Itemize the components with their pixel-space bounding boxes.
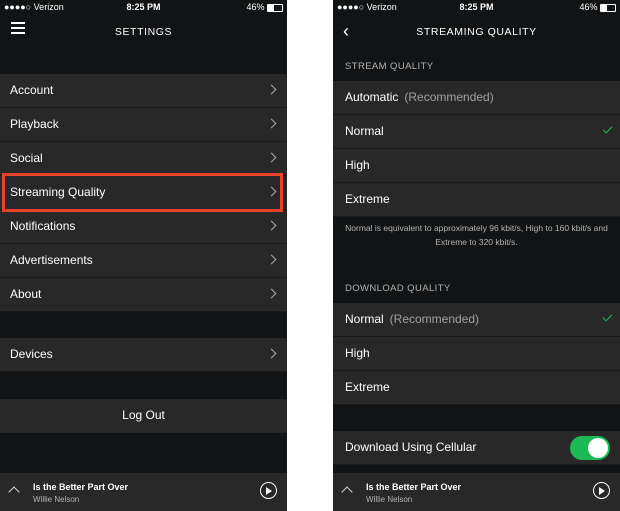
now-playing-bar[interactable]: Is the Better Part Over Willie Nelson [0,473,287,511]
download-quality-header: DOWNLOAD QUALITY [345,283,451,294]
chevron-right-icon [266,288,277,299]
highlight-box [2,173,283,212]
option-label: Extreme [345,192,390,206]
chevron-up-icon[interactable] [8,486,20,498]
track-title: Is the Better Part Over [33,482,129,492]
quality-description: Normal is equivalent to approximately 96… [345,223,608,247]
settings-item-about[interactable]: About [0,278,287,312]
settings-item-advertisements[interactable]: Advertisements [0,244,287,278]
checkmark-icon [602,123,613,134]
option-label: Normal [345,124,384,138]
checkmark-icon [602,311,613,322]
battery-percent: 46% [246,2,265,12]
chevron-right-icon [266,220,277,231]
status-time: 8:25 PM [459,2,494,12]
settings-item-label: About [10,287,42,301]
logout-label: Log Out [122,408,165,422]
chevron-up-icon[interactable] [341,486,353,498]
recommended-note: (Recommended) [389,312,480,326]
settings-item-playback[interactable]: Playback [0,108,287,142]
cellular-label: Download Using Cellular [345,440,477,454]
stream-option-high[interactable]: High [333,149,620,183]
stream-option-normal[interactable]: Normal [333,115,620,149]
nav-bar: SETTINGS [0,14,287,52]
status-bar: ●●●●○ Verizon 8:25 PM 46% [0,0,287,14]
chevron-right-icon [266,84,277,95]
page-title: SETTINGS [114,26,173,38]
logout-button[interactable]: Log Out [0,399,287,433]
nav-bar: ‹ STREAMING QUALITY [333,14,620,52]
chevron-right-icon [266,254,277,265]
recommended-note: (Recommended) [404,90,494,104]
streaming-quality-screen: ●●●●○ Verizon 8:25 PM 46% ‹ STREAMING QU… [333,0,620,511]
artist-name: Willie Nelson [33,495,80,504]
chevron-right-icon [266,152,277,163]
chevron-right-icon [266,118,277,129]
download-cellular-row: Download Using Cellular [333,431,620,465]
battery-status: 46% [246,2,283,12]
status-time: 8:25 PM [126,2,161,12]
track-title: Is the Better Part Over [366,482,462,492]
option-label: Normal (Recommended) [345,312,480,326]
settings-item-devices[interactable]: Devices [0,338,287,372]
settings-item-label: Notifications [10,219,76,233]
stream-quality-header: STREAM QUALITY [345,61,434,72]
option-label: Automatic (Recommended) [345,90,494,104]
settings-item-social[interactable]: Social [0,142,287,176]
settings-item-label: Playback [10,117,59,131]
battery-status: 46% [579,2,616,12]
status-bar: ●●●●○ Verizon 8:25 PM 46% [333,0,620,14]
settings-item-label: Advertisements [10,253,93,267]
battery-icon [267,3,283,12]
download-option-extreme[interactable]: Extreme [333,371,620,405]
option-label: High [345,158,370,172]
settings-item-label: Account [10,83,54,97]
download-option-normal[interactable]: Normal (Recommended) [333,303,620,337]
chevron-right-icon [266,348,277,359]
stream-option-extreme[interactable]: Extreme [333,183,620,217]
option-label: High [345,346,370,360]
play-button[interactable] [260,482,277,499]
now-playing-bar[interactable]: Is the Better Part Over Willie Nelson [333,473,620,511]
stream-option-automatic[interactable]: Automatic (Recommended) [333,81,620,115]
cellular-toggle[interactable] [570,436,610,460]
download-option-high[interactable]: High [333,337,620,371]
page-title: STREAMING QUALITY [416,26,537,38]
play-button[interactable] [593,482,610,499]
settings-item-account[interactable]: Account [0,74,287,108]
settings-item-label: Social [10,151,43,165]
settings-item-notifications[interactable]: Notifications [0,210,287,244]
battery-percent: 46% [579,2,598,12]
artist-name: Willie Nelson [366,495,413,504]
option-label: Extreme [345,380,390,394]
settings-item-label: Devices [10,347,53,361]
settings-screen: ●●●●○ Verizon 8:25 PM 46% SETTINGS Accou… [0,0,287,511]
battery-icon [600,3,616,12]
